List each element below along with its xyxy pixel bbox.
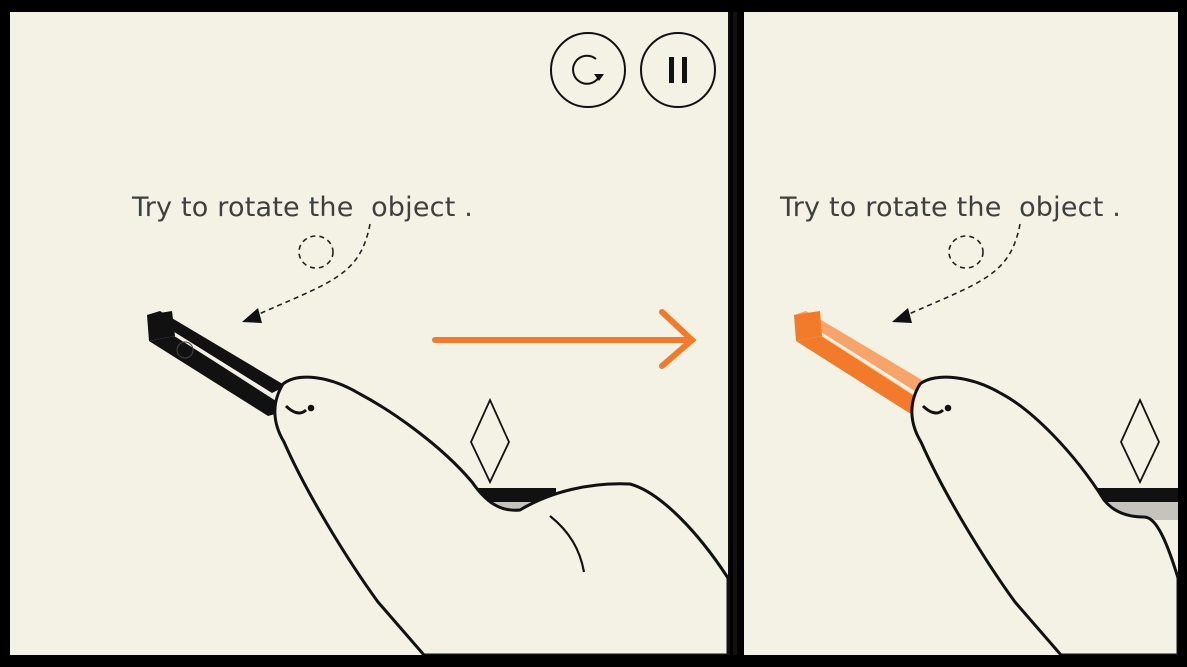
- panel-divider: [733, 12, 737, 655]
- hand-illustration: [273, 375, 728, 655]
- diamond-goal: [1120, 397, 1160, 485]
- hand-illustration: [910, 375, 1178, 655]
- black-beam-object: [147, 311, 290, 416]
- tutorial-frame: Try to rotate the object . Try to rotate…: [0, 0, 1187, 667]
- before-panel: Try to rotate the object .: [10, 12, 730, 655]
- dashed-arrow-head: [892, 308, 912, 323]
- diamond-goal: [470, 397, 510, 485]
- rotate-gesture-dashed-arrow: [899, 223, 1021, 319]
- dashed-arrow-head: [242, 308, 262, 323]
- after-panel: Try to rotate the object .: [744, 12, 1178, 655]
- rotate-gesture-dashed-arrow: [249, 223, 371, 319]
- transition-arrow: [432, 309, 697, 369]
